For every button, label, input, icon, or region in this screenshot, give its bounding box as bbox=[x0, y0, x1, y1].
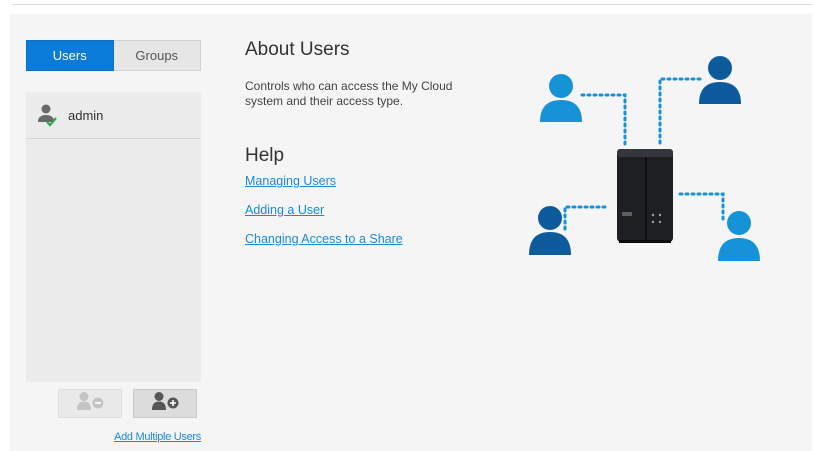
user-icon-top-left bbox=[540, 74, 582, 122]
user-icon-top-right bbox=[699, 56, 741, 104]
tab-groups[interactable]: Groups bbox=[113, 40, 201, 71]
help-title: Help bbox=[245, 145, 285, 166]
help-link-changing-access[interactable]: Changing Access to a Share bbox=[245, 232, 403, 246]
users-network-illustration bbox=[520, 52, 770, 267]
nas-device-icon bbox=[617, 149, 673, 243]
user-name: admin bbox=[68, 107, 104, 123]
users-groups-tabs: Users Groups bbox=[26, 40, 201, 71]
help-link-managing-users[interactable]: Managing Users bbox=[245, 174, 336, 188]
top-divider bbox=[12, 4, 812, 5]
list-item[interactable]: admin bbox=[26, 92, 201, 139]
user-check-icon bbox=[37, 103, 59, 127]
about-description: Controls who can access the My Cloud sys… bbox=[245, 79, 453, 108]
help-link-adding-user[interactable]: Adding a User bbox=[245, 203, 324, 217]
user-list: admin bbox=[26, 92, 201, 382]
tab-users[interactable]: Users bbox=[26, 40, 114, 71]
user-plus-icon bbox=[148, 391, 182, 416]
page-title: About Users bbox=[245, 39, 350, 60]
add-user-button[interactable] bbox=[133, 389, 197, 418]
add-multiple-users-link[interactable]: Add Multiple Users bbox=[100, 431, 201, 443]
remove-user-button[interactable] bbox=[58, 389, 122, 418]
user-icon-bottom-left bbox=[529, 206, 571, 255]
user-minus-icon bbox=[73, 391, 107, 416]
